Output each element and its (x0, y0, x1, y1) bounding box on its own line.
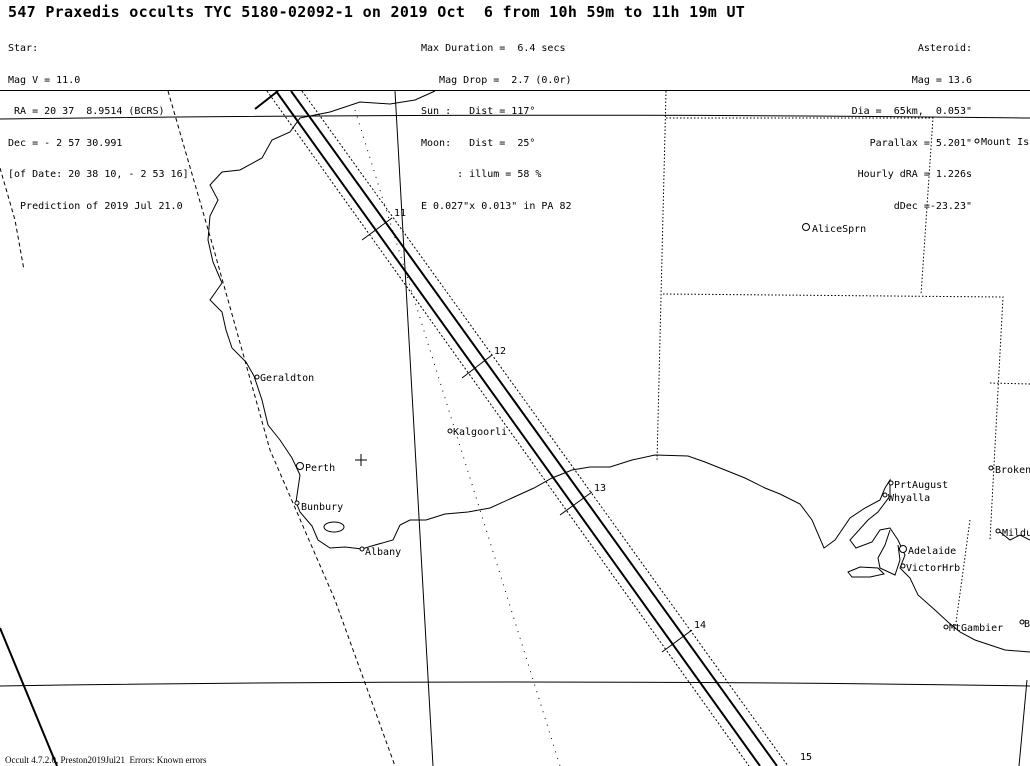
city-label: Broken (995, 465, 1030, 476)
event-detail-line: Moon: Dist = 25° (421, 137, 536, 149)
star-detail-line: Star: (8, 43, 39, 54)
city-label: VictorHrb (906, 563, 960, 574)
asteroid-detail-line: Hourly dRA = 1.226s (857, 169, 972, 180)
path-time-markers (361, 217, 693, 653)
city-label: Bunbury (301, 502, 343, 513)
island-kangaroo (847, 566, 886, 578)
city-label: Perth (305, 463, 335, 474)
time-label: 15 (800, 752, 812, 763)
asteroid-details: Asteroid: Mag = 13.6 Dia = 65km, 0.053" … (852, 23, 972, 233)
path-start-tick (254, 90, 279, 110)
event-detail-line: E 0.027"x 0.013" in PA 82 (421, 200, 572, 212)
star-detail-line: RA = 20 37 8.9514 (BCRS) (8, 106, 165, 117)
asteroid-detail-line: Mag = 13.6 (911, 74, 972, 86)
star-details: Star: Mag V = 11.0 RA = 20 37 8.9514 (BC… (8, 23, 189, 233)
star-detail-line: [of Date: 20 38 10, - 2 53 16] (8, 169, 189, 180)
asteroid-detail-line: Asteroid: (917, 43, 972, 54)
event-detail-line: : illum = 58 % (421, 169, 542, 180)
coastline-gulf (877, 529, 901, 576)
event-detail-line: Max Duration = 6.4 secs (421, 43, 566, 54)
star-detail-line: Dec = - 2 57 30.991 (8, 137, 123, 149)
star-detail-line: Prediction of 2019 Jul 21.0 (8, 200, 183, 212)
city-label: Mount Is (981, 137, 1029, 148)
header: 547 Praxedis occults TYC 5180-02092-1 on… (0, 0, 1030, 211)
time-label: 12 (494, 346, 506, 357)
event-title: 547 Praxedis occults TYC 5180-02092-1 on… (8, 3, 746, 21)
state-borders (656, 90, 1030, 631)
footer-credit: Occult 4.7.2.0, Preston2019Jul21 Errors:… (5, 755, 207, 765)
city-label: B (1024, 619, 1030, 630)
star-detail-line: Mag V = 11.0 (8, 74, 81, 86)
event-detail-line: Mag Drop = 2.7 (0.0r) (421, 74, 572, 86)
asteroid-detail-line: Parallax = 5.201" (869, 137, 972, 149)
city-label: Albany (365, 547, 401, 558)
time-label: 14 (694, 620, 706, 631)
city-label: Geraldton (260, 373, 314, 384)
grid-latitude-line (0, 681, 1030, 687)
time-label: 11 (394, 208, 406, 219)
observer-cross-marker (355, 454, 367, 466)
city-label: Adelaide (908, 546, 956, 557)
city-label: PrtAugust (894, 480, 948, 491)
asteroid-detail-line: Dia = 65km, 0.053" (851, 106, 972, 117)
secondary-path-line (0, 627, 58, 766)
event-details: Max Duration = 6.4 secs Mag Drop = 2.7 (… (421, 23, 572, 233)
city-label: Kalgoorli (453, 427, 507, 438)
grid-longitude-line (1018, 679, 1028, 766)
city-label: Whyalla (888, 493, 930, 504)
city-label: Mildu (1002, 528, 1030, 539)
time-label: 13 (594, 483, 606, 494)
asteroid-detail-line: dDec =-23.23" (893, 200, 972, 212)
city-label: MtGambier (949, 623, 1003, 634)
event-detail-line: Sun : Dist = 117° (421, 106, 536, 117)
lake (323, 521, 345, 533)
